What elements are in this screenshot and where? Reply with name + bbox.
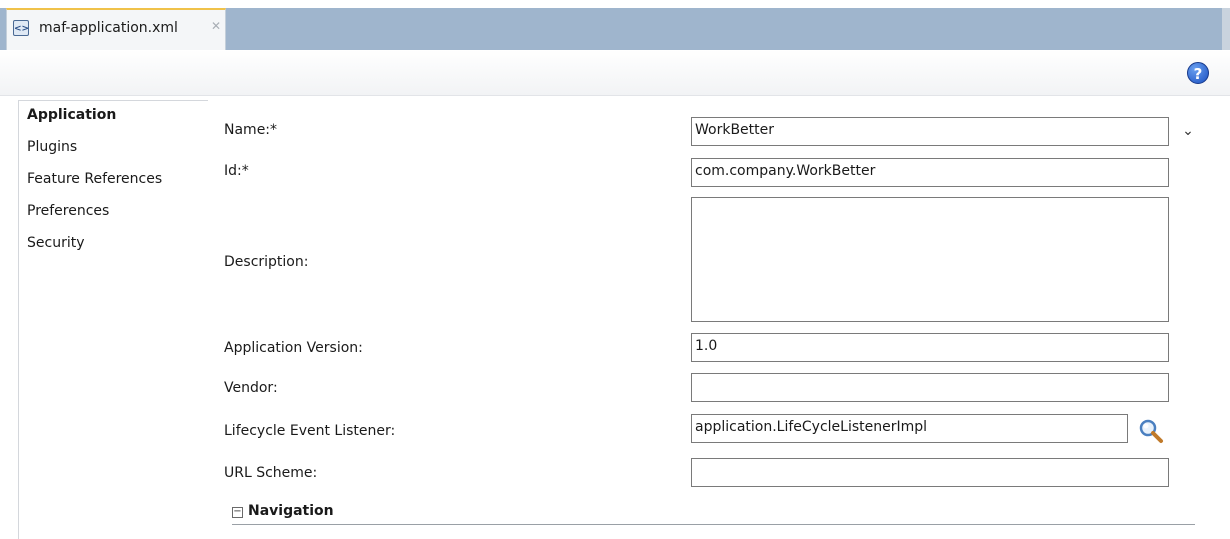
magnifier-icon[interactable] <box>1138 418 1164 444</box>
collapse-icon[interactable]: − <box>232 507 243 518</box>
id-input[interactable]: com.company.WorkBetter <box>691 158 1169 187</box>
top-strip <box>0 0 1230 8</box>
tab-label: maf-application.xml <box>39 20 178 36</box>
sidebar-item-application[interactable]: Application <box>27 107 116 123</box>
section-divider <box>232 524 1195 525</box>
app-version-input[interactable]: 1.0 <box>691 333 1169 362</box>
sidebar-item-feature-references[interactable]: Feature References <box>27 171 162 187</box>
tab-maf-application-xml[interactable]: <> maf-application.xml ✕ <box>6 8 226 50</box>
chevron-down-icon[interactable]: ⌄ <box>1177 120 1199 142</box>
sidebar: Application Plugins Feature References P… <box>18 100 208 539</box>
window-edge <box>1222 8 1230 50</box>
vendor-label: Vendor: <box>224 380 278 396</box>
description-label: Description: <box>224 254 309 270</box>
url-scheme-label: URL Scheme: <box>224 465 318 481</box>
sidebar-item-security[interactable]: Security <box>27 235 85 251</box>
close-icon[interactable]: ✕ <box>211 19 221 33</box>
lifecycle-input[interactable]: application.LifeCycleListenerImpl <box>691 414 1128 443</box>
sidebar-item-preferences[interactable]: Preferences <box>27 203 109 219</box>
name-label: Name:* <box>224 122 278 138</box>
help-icon[interactable]: ? <box>1187 62 1209 84</box>
editor-header <box>0 50 1230 96</box>
lifecycle-label: Lifecycle Event Listener: <box>224 423 396 439</box>
id-label: Id:* <box>224 163 249 179</box>
name-input[interactable]: WorkBetter <box>691 117 1169 146</box>
sidebar-item-plugins[interactable]: Plugins <box>27 139 77 155</box>
description-textarea[interactable] <box>691 197 1169 322</box>
navigation-section-title: Navigation <box>248 503 334 519</box>
xml-file-icon: <> <box>13 20 29 36</box>
vendor-input[interactable] <box>691 373 1169 402</box>
url-scheme-input[interactable] <box>691 458 1169 487</box>
app-version-label: Application Version: <box>224 340 363 356</box>
